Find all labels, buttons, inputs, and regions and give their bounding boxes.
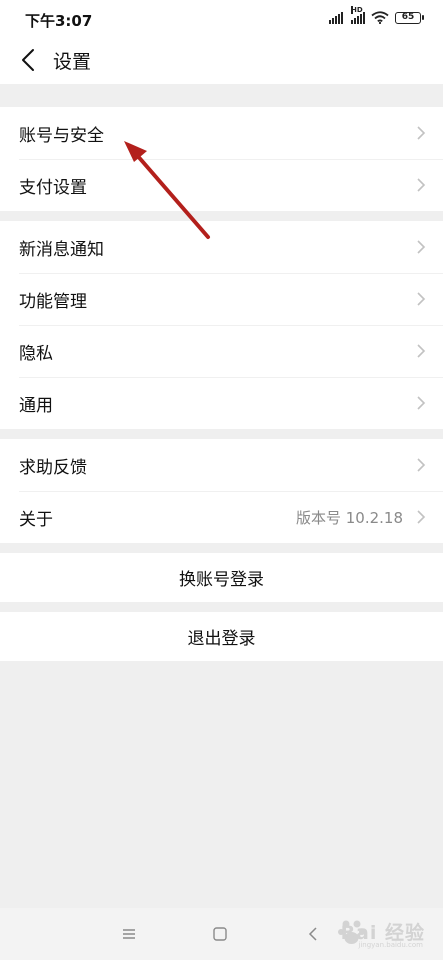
header: 设置 xyxy=(0,38,443,84)
battery-icon: 65 xyxy=(395,11,424,24)
chevron-right-icon xyxy=(417,510,426,524)
row-label: 新消息通知 xyxy=(19,239,104,260)
hd-label: HD xyxy=(351,5,363,14)
status-icons: HD 65 xyxy=(329,5,424,24)
chevron-right-icon xyxy=(417,458,426,472)
chevron-right-icon xyxy=(417,396,426,410)
page-title: 设置 xyxy=(53,51,92,73)
chevron-right-icon xyxy=(417,240,426,254)
chevron-right-icon xyxy=(417,178,426,192)
version-value: 版本号 10.2.18 xyxy=(295,508,403,527)
home-nav-button[interactable] xyxy=(207,922,233,946)
chevron-right-icon xyxy=(417,126,426,140)
home-square-icon xyxy=(213,927,227,941)
row-feature-management[interactable]: 功能管理 xyxy=(0,273,443,325)
switch-account-button[interactable]: 换账号登录 xyxy=(0,553,443,602)
settings-group-account: 账号与安全 支付设置 xyxy=(0,107,443,211)
system-nav-bar: Bai 经验 jingyan.baidu.com xyxy=(0,908,443,960)
watermark-sub: jingyan.baidu.com xyxy=(358,941,423,949)
row-label: 关于 xyxy=(19,509,53,530)
back-button[interactable] xyxy=(16,46,40,74)
back-arrow-icon xyxy=(22,49,34,71)
switch-account-label: 换账号登录 xyxy=(179,570,264,590)
logout-button[interactable]: 退出登录 xyxy=(0,612,443,661)
row-label: 通用 xyxy=(19,395,53,416)
baidu-watermark: Bai 经验 jingyan.baidu.com xyxy=(315,916,425,954)
row-general[interactable]: 通用 xyxy=(0,377,443,429)
row-label: 支付设置 xyxy=(19,177,87,198)
chevron-right-icon xyxy=(417,292,426,306)
wifi-icon xyxy=(371,11,389,24)
settings-group-general: 新消息通知 功能管理 隐私 通用 xyxy=(0,221,443,429)
row-about[interactable]: 关于 版本号 10.2.18 xyxy=(0,491,443,543)
row-label: 功能管理 xyxy=(19,291,87,312)
row-help-feedback[interactable]: 求助反馈 xyxy=(0,439,443,491)
signal-icon xyxy=(329,11,343,24)
status-time: 下午3:07 xyxy=(25,12,93,30)
signal-hd-icon: HD xyxy=(351,5,365,24)
status-bar: 下午3:07 HD 65 xyxy=(0,0,443,38)
menu-icon xyxy=(123,929,135,939)
row-payment-settings[interactable]: 支付设置 xyxy=(0,159,443,211)
chevron-right-icon xyxy=(417,344,426,358)
row-new-message-notification[interactable]: 新消息通知 xyxy=(0,221,443,273)
row-label: 求助反馈 xyxy=(19,457,87,478)
row-privacy[interactable]: 隐私 xyxy=(0,325,443,377)
settings-group-help: 求助反馈 关于 版本号 10.2.18 xyxy=(0,439,443,543)
row-label: 隐私 xyxy=(19,343,53,364)
row-account-security[interactable]: 账号与安全 xyxy=(0,107,443,159)
menu-nav-button[interactable] xyxy=(116,922,142,946)
row-label: 账号与安全 xyxy=(19,125,104,146)
logout-label: 退出登录 xyxy=(187,629,256,649)
